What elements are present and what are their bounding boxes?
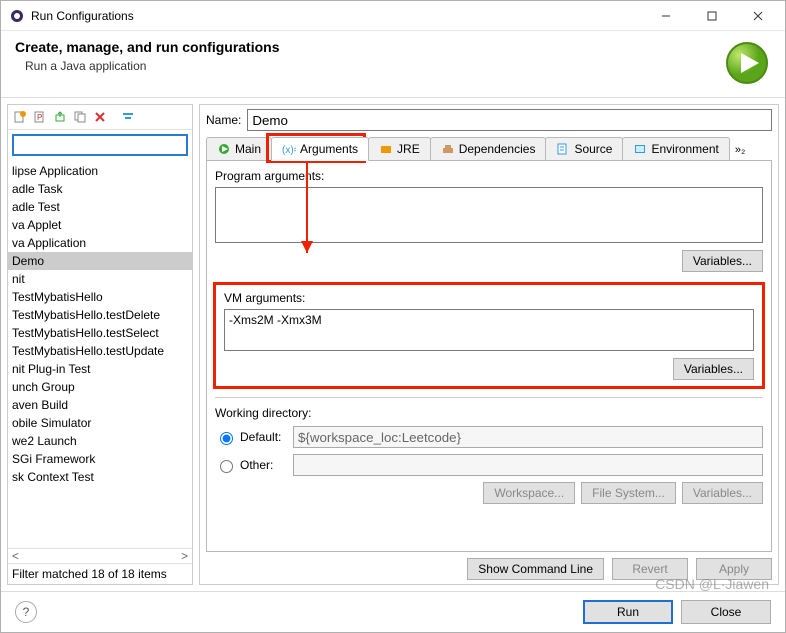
name-label: Name:: [206, 113, 241, 127]
tab-main[interactable]: Main: [206, 137, 272, 160]
svg-text:P: P: [37, 113, 42, 122]
list-toolbar: P: [8, 105, 192, 130]
header-title: Create, manage, and run configurations: [15, 39, 723, 55]
help-button[interactable]: ?: [15, 601, 37, 623]
header-subtitle: Run a Java application: [25, 59, 723, 73]
minimize-button[interactable]: [643, 2, 689, 30]
tree-item[interactable]: TestMybatisHello.testSelect: [8, 324, 192, 342]
apply-button[interactable]: Apply: [696, 558, 772, 580]
working-dir-label: Working directory:: [215, 406, 763, 420]
jre-icon: [379, 142, 393, 156]
delete-icon[interactable]: [91, 108, 109, 126]
new-config-icon[interactable]: [11, 108, 29, 126]
dependencies-icon: [441, 142, 455, 156]
config-tree[interactable]: lipse Applicationadle Taskadle Testva Ap…: [8, 160, 192, 548]
tree-item[interactable]: nit Plug-in Test: [8, 360, 192, 378]
source-icon: [556, 142, 570, 156]
dialog-window: Run Configurations Create, manage, and r…: [0, 0, 786, 633]
default-dir-input: [293, 426, 763, 448]
config-list-panel: P lipse Applicationadle Taskadle Testva …: [7, 104, 193, 585]
run-hero-icon: [723, 39, 771, 87]
show-command-line-button[interactable]: Show Command Line: [467, 558, 604, 580]
window-controls: [643, 2, 781, 30]
filesystem-button[interactable]: File System...: [581, 482, 676, 504]
title-bar: Run Configurations: [1, 1, 785, 31]
filter-matched-text: Filter matched 18 of 18 items: [8, 563, 192, 584]
workspace-button[interactable]: Workspace...: [483, 482, 575, 504]
name-input[interactable]: [247, 109, 772, 131]
tree-item[interactable]: SGi Framework: [8, 450, 192, 468]
main-icon: [217, 142, 231, 156]
default-radio-input[interactable]: [220, 432, 233, 445]
revert-button[interactable]: Revert: [612, 558, 688, 580]
tab-dependencies[interactable]: Dependencies: [430, 137, 547, 160]
tab-jre[interactable]: JRE: [368, 137, 431, 160]
tree-item[interactable]: lipse Application: [8, 162, 192, 180]
tab-bar: Main (x)= Arguments JRE Dependencies Sou…: [206, 137, 772, 161]
dialog-header: Create, manage, and run configurations R…: [1, 31, 785, 98]
tabs-overflow[interactable]: »₂: [729, 140, 751, 160]
tree-item[interactable]: aven Build: [8, 396, 192, 414]
dialog-footer: ? Run Close: [1, 591, 785, 632]
close-dialog-button[interactable]: Close: [681, 600, 771, 624]
vm-args-label: VM arguments:: [224, 291, 754, 305]
tree-item[interactable]: we2 Launch: [8, 432, 192, 450]
tree-item[interactable]: sk Context Test: [8, 468, 192, 486]
tree-item[interactable]: adle Task: [8, 180, 192, 198]
tree-item[interactable]: Demo: [8, 252, 192, 270]
new-prototype-icon[interactable]: P: [31, 108, 49, 126]
app-icon: [9, 8, 25, 24]
tree-item[interactable]: adle Test: [8, 198, 192, 216]
tree-item[interactable]: TestMybatisHello.testDelete: [8, 306, 192, 324]
tab-arguments[interactable]: (x)= Arguments: [271, 137, 369, 161]
tree-item[interactable]: nit: [8, 270, 192, 288]
vm-args-variables-button[interactable]: Variables...: [673, 358, 754, 380]
default-radio[interactable]: Default:: [215, 429, 285, 445]
other-dir-input[interactable]: [293, 454, 763, 476]
tree-item[interactable]: va Applet: [8, 216, 192, 234]
tab-source[interactable]: Source: [545, 137, 623, 160]
scroll-hint: <>: [8, 548, 192, 563]
duplicate-icon[interactable]: [71, 108, 89, 126]
maximize-button[interactable]: [689, 2, 735, 30]
tree-item[interactable]: TestMybatisHello: [8, 288, 192, 306]
config-detail-panel: Name: Main (x)= Arguments JRE: [199, 104, 779, 585]
program-args-label: Program arguments:: [215, 169, 763, 183]
export-icon[interactable]: [51, 108, 69, 126]
tree-item[interactable]: TestMybatisHello.testUpdate: [8, 342, 192, 360]
tab-environment[interactable]: Environment: [622, 137, 729, 160]
svg-text:(x)=: (x)=: [282, 145, 296, 156]
program-args-textarea[interactable]: [215, 187, 763, 243]
window-title: Run Configurations: [31, 9, 643, 23]
wd-variables-button[interactable]: Variables...: [682, 482, 763, 504]
arguments-icon: (x)=: [282, 142, 296, 156]
action-row: Show Command Line Revert Apply: [206, 552, 772, 580]
tab-pane-arguments: Program arguments: Variables... VM argum…: [206, 161, 772, 552]
program-args-variables-button[interactable]: Variables...: [682, 250, 763, 272]
other-radio[interactable]: Other:: [215, 457, 285, 473]
tree-item[interactable]: obile Simulator: [8, 414, 192, 432]
tree-item[interactable]: va Application: [8, 234, 192, 252]
run-button[interactable]: Run: [583, 600, 673, 624]
dialog-body: P lipse Applicationadle Taskadle Testva …: [1, 98, 785, 591]
filter-icon[interactable]: [119, 108, 137, 126]
vm-args-textarea[interactable]: -Xms2M -Xmx3M: [224, 309, 754, 351]
close-button[interactable]: [735, 2, 781, 30]
tree-item[interactable]: unch Group: [8, 378, 192, 396]
other-radio-input[interactable]: [220, 460, 233, 473]
annotation-highlight-vm: VM arguments: -Xms2M -Xmx3M Variables...: [213, 282, 765, 389]
filter-input[interactable]: [12, 134, 188, 156]
environment-icon: [633, 142, 647, 156]
